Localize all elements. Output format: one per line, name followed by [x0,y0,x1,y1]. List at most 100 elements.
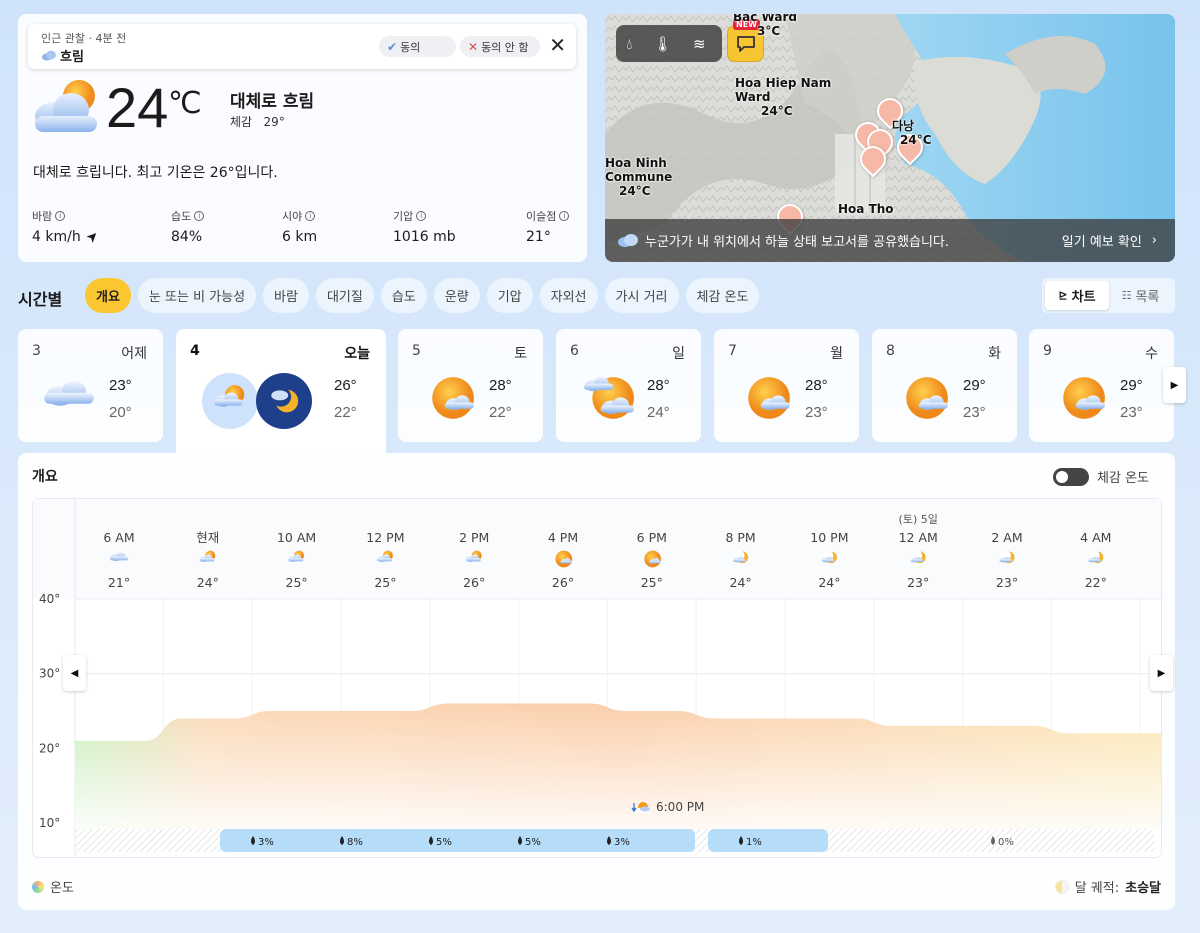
precipitation-icon[interactable]: 💧︎ [626,35,632,53]
day-card-8[interactable]: 8 화 29° 23° [872,329,1017,442]
legend-temperature-label: 온도 [50,881,74,896]
day-name: 오늘 [344,346,370,362]
tab-humidity[interactable]: 습도 [380,278,427,313]
y-tick-label: 30° [39,667,60,681]
caret-right-icon: ▶ [1157,667,1166,679]
partly-sunny-icon [742,373,792,427]
info-icon[interactable]: i [194,211,205,221]
map-label-name: Bac Ward [733,14,797,24]
daily-scroll-right-button[interactable]: ▶ [1163,367,1186,403]
stat-dew-point: 이슬점 i 21° [526,208,570,245]
hourly-section-title: 시간별 [18,290,63,309]
moon-phase-value: 초승달 [1125,881,1161,896]
day-number: 8 [886,343,895,359]
hour-label: 현재 [196,530,219,545]
feels-like-toggle[interactable]: 체감 온도 [1053,467,1149,486]
map-label-hoa-hiep-nam[interactable]: Hoa Hiep Nam Ward 24°C [735,76,845,118]
map-banner-text: 누군가가 내 위치에서 하늘 상태 보고서를 공유했습니다. [645,235,950,250]
info-icon[interactable]: i [559,211,570,221]
close-icon[interactable]: ✕ [549,35,566,55]
caret-left-icon: ◀ [70,667,79,679]
agree-button[interactable]: ✔ 동의 [379,36,456,57]
hour-temp: 22° [1085,575,1107,590]
disagree-button[interactable]: ✕ 동의 안 함 [460,36,540,57]
tab-wind[interactable]: 바람 [263,278,309,313]
day-low: 22° [489,404,512,421]
current-conditions-card: 인근 관찰 · 4분 전 흐림 ✔ 동의 ✕ 동의 안 함 ✕ 24 ℃ 대체로… [18,14,587,262]
precip-bar-segment [708,829,828,852]
chart-scroll-right-button[interactable]: ▶ [1150,655,1173,691]
precip-chance-label: 0% [998,837,1014,848]
stat-humidity-label: 습도 [171,210,192,223]
y-tick-label: 20° [39,741,60,755]
stat-visibility-value: 6 km [282,229,318,245]
tab-air-quality[interactable]: 대기질 [315,278,374,313]
stat-humidity-value: 84% [171,229,203,245]
list-view-button[interactable]: ☷ 목록 [1109,281,1172,310]
tab-visibility[interactable]: 가시 거리 [604,278,679,313]
info-icon[interactable]: i [55,211,66,221]
hour-temp: 26° [463,575,485,590]
map-label-temp: 24°C [619,184,651,198]
map-label-name: 다낭 [892,119,915,133]
chart-scroll-left-button[interactable]: ◀ [63,655,86,691]
day-card-6[interactable]: 6 일 28° 24° [556,329,701,442]
tab-uv[interactable]: 자외선 [539,278,598,313]
chevron-right-icon: › [1151,233,1157,248]
hour-label: 4 AM [1080,530,1111,545]
day-low: 23° [1120,404,1143,421]
day-card-4[interactable]: 4 오늘 26° 22° [176,329,386,453]
hour-label: 12 AM [899,530,938,545]
day-name: 수 [1145,346,1158,362]
day-low: 23° [805,404,828,421]
hour-label: 10 AM [277,530,316,545]
tab-feels-like[interactable]: 체감 온도 [685,278,760,313]
tab-precipitation[interactable]: 눈 또는 비 가능성 [137,278,257,313]
map-label-danang[interactable]: 다낭 24°C [892,119,932,147]
feels-like-toggle-label: 체감 온도 [1097,471,1149,486]
precip-chance-label: 5% [525,837,541,848]
map-label-bac-ward[interactable]: Bac Ward 3°C [733,14,797,38]
hour-temp: 26° [552,575,574,590]
stat-wind-label: 바람 [32,210,53,223]
info-icon[interactable]: i [416,211,427,221]
moon-phase-label: 달 궤적: [1074,881,1120,896]
weather-map[interactable]: 💧︎ 🌡︎ ≋ NEW Bac Ward 3°C Hoa Hiep Nam War… [605,14,1175,262]
disagree-label: 동의 안 함 [481,40,529,54]
hour-temp: 24° [818,575,840,590]
map-label-hoa-tho[interactable]: Hoa Tho [838,202,894,216]
forecast-link[interactable]: 일기 예보 확인 › [1062,231,1157,250]
partly-sunny-icon [555,550,573,568]
overview-chart-card: 개요 체감 온도 40° 30° 20° 10° 6 AM 21° 현재 24° 10 AM 25… [18,453,1175,910]
thermometer-icon[interactable]: 🌡︎ [653,35,672,53]
temperature-chart[interactable]: 40° 30° 20° 10° 6 AM 21° 현재 24° 10 AM 25° 12 PM 25°… [32,498,1162,858]
temperature-area-fade [75,703,1161,829]
day-card-7[interactable]: 7 월 28° 23° [714,329,859,442]
info-icon[interactable]: i [305,211,316,221]
day-card-3[interactable]: 3 어제 23° 20° [18,329,163,442]
moon-icon [1054,879,1069,894]
view-toggle: ⊵ 차트 ☷ 목록 [1042,278,1175,313]
toggle-switch[interactable] [1053,467,1090,486]
day-name: 토 [514,346,527,362]
map-layer-toolbar: 💧︎ 🌡︎ ≋ [616,25,722,62]
map-label-temp: 24°C [900,133,932,147]
chart-view-button[interactable]: ⊵ 차트 [1045,281,1109,310]
map-label-name: Hoa Ninh Commune [605,156,673,184]
day-number: 5 [412,343,421,359]
tab-overview[interactable]: 개요 [85,278,131,313]
map-label-temp: 3°C [757,24,781,38]
day-high: 29° [963,377,986,394]
map-label-hoa-ninh[interactable]: Hoa Ninh Commune 24°C [605,156,685,198]
tab-pressure[interactable]: 기압 [486,278,533,313]
temperature-legend-icon [32,880,44,893]
wind-icon[interactable]: ≋ [693,35,706,53]
tab-cloud-cover[interactable]: 운량 [433,278,480,313]
stat-pressure-label: 기압 [393,210,414,223]
day-name: 월 [830,346,843,362]
map-report-banner[interactable]: 누군가가 내 위치에서 하늘 상태 보고서를 공유했습니다. 일기 예보 확인 › [605,219,1175,262]
day-number: 3 [32,343,41,359]
day-card-5[interactable]: 5 토 28° 22° [398,329,543,442]
day-card-9[interactable]: 9 수 29° 23° [1029,329,1174,442]
day-number: 7 [728,343,737,359]
